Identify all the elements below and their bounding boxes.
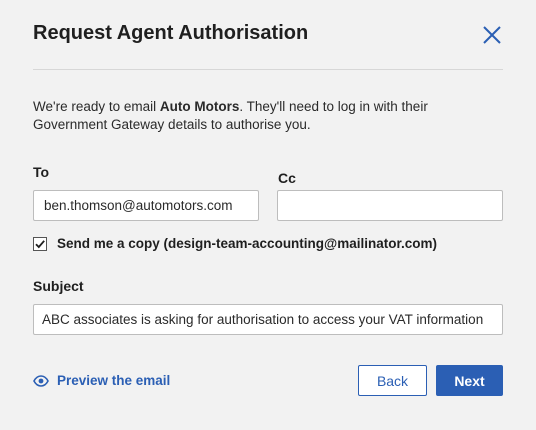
intro-text: We're ready to email Auto Motors. They'l… — [33, 98, 503, 134]
next-button[interactable]: Next — [436, 365, 503, 396]
dialog-header: Request Agent Authorisation — [33, 0, 503, 70]
send-copy-label: Send me a copy (design-team-accounting@m… — [57, 236, 437, 251]
close-button[interactable] — [481, 24, 503, 46]
send-copy-checkbox[interactable] — [33, 236, 47, 251]
to-field[interactable]: ben.thomson@automotors.com — [33, 190, 259, 221]
eye-icon — [33, 374, 49, 387]
preview-email-label: Preview the email — [57, 373, 171, 388]
dialog-title: Request Agent Authorisation — [33, 22, 309, 44]
preview-email-link[interactable]: Preview the email — [33, 373, 170, 388]
client-name: Auto Motors — [159, 99, 240, 114]
to-label: To — [33, 164, 50, 180]
close-icon — [483, 26, 501, 44]
send-copy-row: Send me a copy (design-team-accounting@m… — [33, 236, 437, 251]
checkmark-icon — [35, 239, 45, 248]
back-button[interactable]: Back — [358, 365, 427, 396]
intro-prefix: We're ready to email — [33, 99, 160, 114]
cc-label: Cc — [278, 170, 296, 186]
cc-field[interactable] — [277, 190, 503, 221]
subject-field[interactable]: ABC associates is asking for authorisati… — [33, 304, 503, 335]
subject-label: Subject — [33, 278, 84, 294]
